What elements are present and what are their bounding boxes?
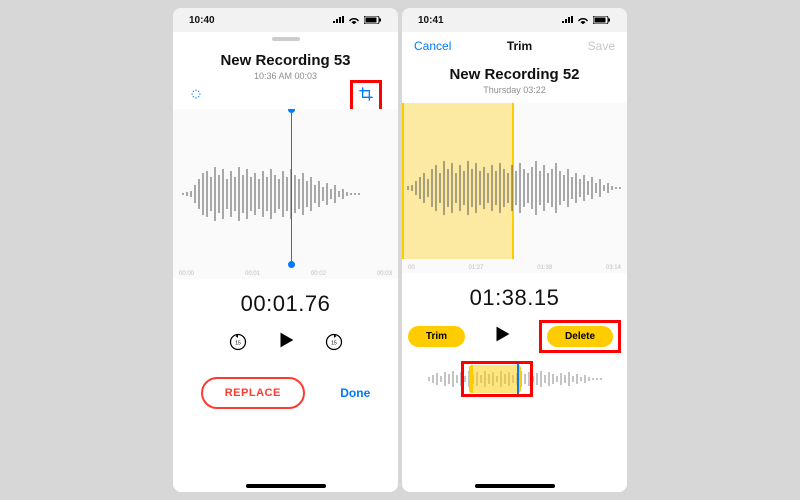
status-time: 10:41 bbox=[418, 15, 444, 26]
status-bar: 10:40 bbox=[173, 8, 398, 32]
nav-title: Trim bbox=[507, 39, 532, 53]
phone-left: 10:40 New Recording 53 10:36 AM 00:03 bbox=[173, 8, 398, 492]
home-indicator[interactable] bbox=[475, 484, 555, 488]
delete-highlight: Delete bbox=[539, 320, 621, 353]
crop-highlight bbox=[350, 80, 382, 113]
recording-subtitle: Thursday 03:22 bbox=[402, 85, 627, 95]
enhance-icon[interactable] bbox=[189, 87, 203, 106]
recording-title[interactable]: New Recording 52 bbox=[402, 66, 627, 83]
status-indicators bbox=[332, 16, 382, 24]
done-button[interactable]: Done bbox=[340, 386, 370, 400]
phone-right: 10:41 Cancel Trim Save New Recording 52 … bbox=[402, 8, 627, 492]
current-time: 00:01.76 bbox=[173, 279, 398, 325]
play-button[interactable] bbox=[275, 329, 297, 356]
svg-text:15: 15 bbox=[235, 341, 241, 347]
time-ticks: 00 01:27 01:38 03:14 bbox=[402, 265, 627, 271]
sheet-grabber[interactable] bbox=[173, 32, 398, 46]
status-time: 10:40 bbox=[189, 15, 215, 26]
status-indicators bbox=[561, 16, 611, 24]
cancel-button[interactable]: Cancel bbox=[414, 39, 451, 53]
playhead[interactable] bbox=[291, 109, 292, 265]
home-indicator[interactable] bbox=[246, 484, 326, 488]
current-time: 01:38.15 bbox=[402, 273, 627, 319]
save-button: Save bbox=[588, 39, 615, 53]
status-bar: 10:41 bbox=[402, 8, 627, 32]
skip-forward-15-button[interactable]: 15 bbox=[323, 331, 345, 353]
nav-bar: Cancel Trim Save bbox=[402, 32, 627, 60]
replace-button[interactable]: REPLACE bbox=[201, 377, 305, 409]
overview-scrubber[interactable] bbox=[425, 359, 605, 399]
delete-button[interactable]: Delete bbox=[547, 326, 613, 347]
time-ticks: 00:00 00:01 00:02 00:03 bbox=[173, 271, 398, 277]
waveform-area[interactable]: 00 01:27 01:38 03:14 bbox=[402, 103, 627, 273]
play-button[interactable] bbox=[491, 323, 513, 350]
waveform-area[interactable]: 00:00 00:01 00:02 00:03 bbox=[173, 109, 398, 279]
svg-text:15: 15 bbox=[331, 341, 337, 347]
scrubber-highlight bbox=[461, 361, 533, 397]
skip-back-15-button[interactable]: 15 bbox=[227, 331, 249, 353]
recording-title[interactable]: New Recording 53 bbox=[173, 52, 398, 69]
crop-icon[interactable] bbox=[358, 89, 374, 106]
trim-button[interactable]: Trim bbox=[408, 326, 465, 347]
